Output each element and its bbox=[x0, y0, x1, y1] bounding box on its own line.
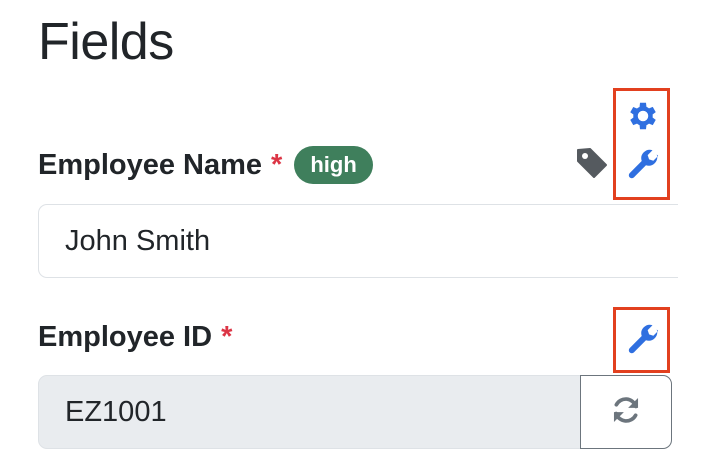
wrench-icon[interactable] bbox=[624, 320, 662, 358]
employee-name-input[interactable]: John Smith bbox=[38, 204, 678, 278]
employee-id-input[interactable]: EZ1001 bbox=[38, 375, 581, 449]
employee-name-label: Employee Name bbox=[38, 149, 263, 181]
required-marker: * bbox=[221, 321, 233, 353]
employee-name-label-row: Employee Name * high bbox=[38, 146, 373, 184]
refresh-icon bbox=[609, 393, 643, 432]
regenerate-id-button[interactable] bbox=[580, 375, 672, 449]
gear-icon[interactable] bbox=[624, 97, 662, 135]
tag-icon bbox=[575, 146, 609, 180]
fields-page: Fields Employee Name * high John Smith E… bbox=[0, 0, 706, 476]
required-marker: * bbox=[271, 149, 283, 181]
employee-id-label: Employee ID bbox=[38, 321, 213, 353]
employee-id-label-row: Employee ID * bbox=[38, 319, 232, 355]
priority-badge: high bbox=[294, 146, 373, 184]
employee-id-value: EZ1001 bbox=[65, 395, 167, 428]
employee-name-value: John Smith bbox=[65, 224, 211, 257]
wrench-icon[interactable] bbox=[624, 145, 662, 183]
page-title: Fields bbox=[38, 13, 174, 71]
